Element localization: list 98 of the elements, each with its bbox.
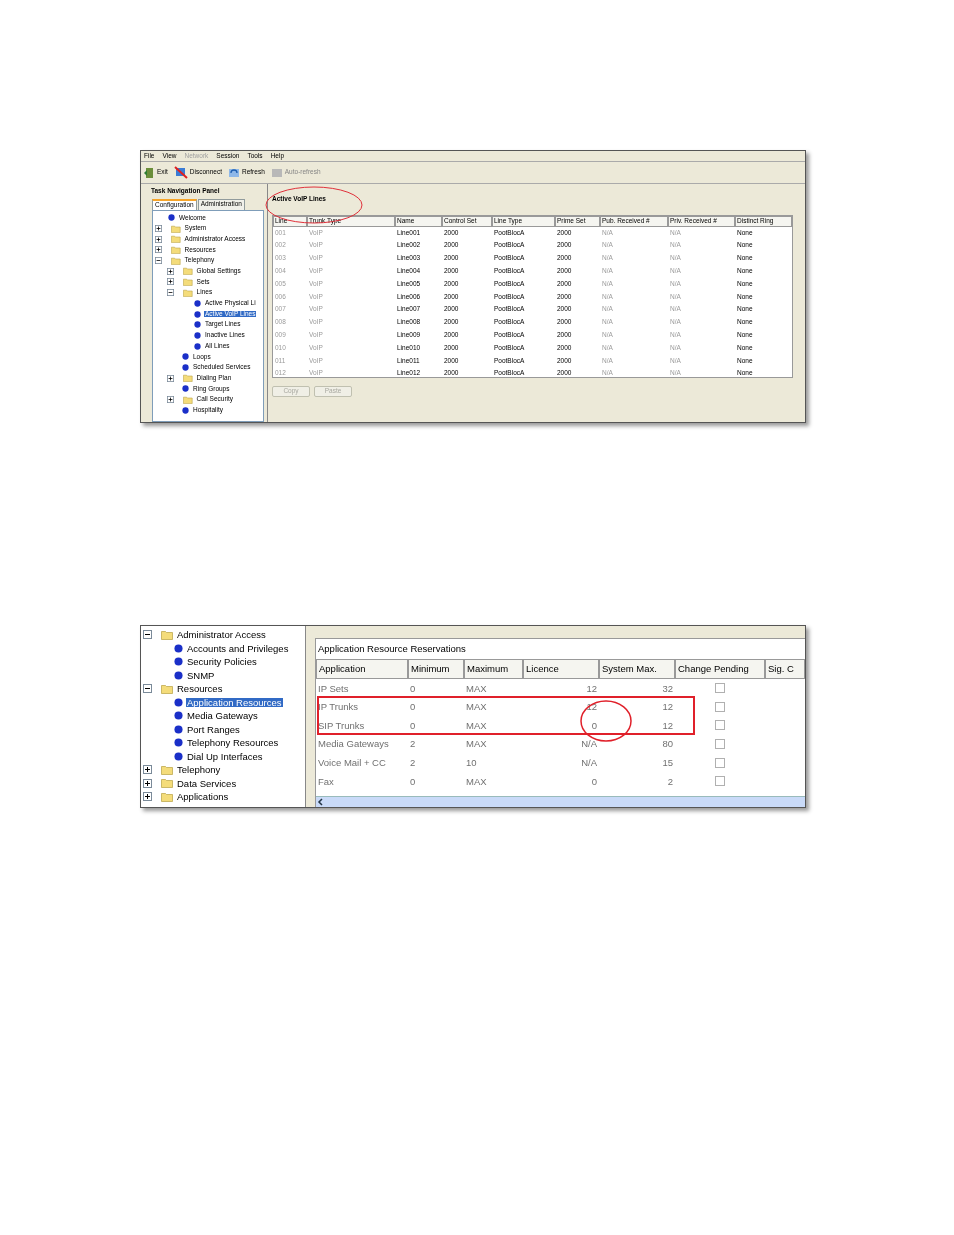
table-cell-text: 2 [409,757,417,768]
checkbox[interactable] [715,701,725,712]
expand-icon[interactable] [143,778,152,788]
column-header[interactable]: Change Pending [675,659,765,679]
tree-item[interactable]: Telephony [176,765,222,775]
tree-item[interactable]: SNMP [186,670,216,680]
tree-item[interactable]: Resources [176,684,224,694]
bullet-icon [194,331,201,339]
bullet-icon [174,751,183,761]
bullet-icon [174,643,183,653]
table-cell-text: Media Gateways [317,739,390,749]
checkbox[interactable] [715,757,725,768]
column-header[interactable]: Maximum [464,659,523,679]
table-cell-text: 10 [465,757,478,768]
folder-icon [161,764,173,775]
bullet-icon [182,363,189,371]
disconnect-icon [173,166,188,179]
expand-icon[interactable] [167,278,174,286]
bullet-icon [182,385,189,393]
table-cell-text: SIP Trunks [317,720,366,731]
table-cell-text: 12 [661,720,674,731]
bullet-icon [182,353,189,361]
table-cell-text: 0 [409,776,417,786]
folder-icon [161,629,173,640]
bullet-icon [194,321,201,329]
table-cell-text: N/A [580,757,598,768]
content-title: Application Resource Reservations [317,642,467,657]
bullet-icon [174,711,183,721]
table-cell-text: N/A [580,739,598,749]
table-cell-text: 12 [661,702,674,712]
table-cell-text: 2 [666,776,674,786]
checkbox[interactable] [715,776,725,787]
bullet-icon [174,657,183,667]
expand-icon[interactable] [143,792,152,802]
column-header[interactable]: System Max. [599,659,675,679]
bullet-icon [194,299,201,307]
tree-item[interactable]: Dial Up Interfaces [186,751,264,761]
expand-icon[interactable] [155,246,162,254]
table-cell-text: MAX [465,702,488,712]
tree-item[interactable]: Telephony Resources [186,738,280,748]
expand-icon[interactable] [167,396,174,404]
table-cell-text: IP Sets [317,683,350,694]
horizontal-scrollbar[interactable] [316,796,805,807]
tree-item[interactable]: Application Resources [186,697,283,707]
tree-item[interactable]: Administrator Access [176,630,267,640]
bullet-icon [174,738,183,748]
checkbox[interactable] [715,683,725,694]
folder-icon [161,778,173,789]
folder-icon [161,683,173,694]
folder-icon [161,791,173,802]
table-cell-text: MAX [465,739,488,749]
folder-icon [183,395,193,404]
bullet-icon [194,342,201,350]
tree-item[interactable]: Applications [176,792,230,802]
collapse-icon[interactable] [167,289,174,297]
column-header[interactable]: Licence [523,659,599,679]
bullet-icon [182,406,189,414]
expand-icon[interactable] [155,235,162,243]
tree-item[interactable]: Accounts and Privileges [186,643,290,653]
table-cell-text: 0 [590,776,598,786]
bullet-icon [194,310,201,318]
table-cell-text: Voice Mail + CC [317,757,387,768]
table-cell-text: 32 [661,683,674,694]
tree-item[interactable]: Port Ranges [186,724,241,734]
folder-icon [183,374,193,383]
tree-item[interactable]: Data Services [176,778,238,788]
bullet-icon [168,214,175,222]
table-cell-text: 2 [409,739,417,749]
tree-item[interactable]: Security Policies [186,657,258,667]
column-header[interactable]: Application [316,659,408,679]
table-cell-text: 0 [590,720,598,731]
column-header[interactable]: Minimum [408,659,464,679]
collapse-icon[interactable] [143,684,152,694]
table-cell-text: 0 [409,720,417,731]
expand-icon[interactable] [167,267,174,275]
table-cell-text: MAX [465,776,488,786]
table-cell-text: MAX [465,683,488,694]
checkbox[interactable] [715,720,725,731]
collapse-icon[interactable] [155,257,162,265]
tree-item[interactable]: Media Gateways [186,711,259,721]
table-cell-text: 0 [409,702,417,712]
door-icon [143,166,155,179]
table-cell-text: 80 [661,739,674,749]
bullet-icon [174,670,183,680]
table-cell-text: 15 [661,757,674,768]
table-cell-text: Fax [317,776,335,786]
table-cell-text: MAX [465,720,488,731]
checkbox[interactable] [715,739,725,750]
expand-icon[interactable] [167,374,174,382]
bullet-icon [174,724,183,734]
table-cell-text: IP Trunks [317,702,359,712]
table-cell-text: 12 [585,683,598,694]
bullet-icon [174,697,183,707]
collapse-icon[interactable] [143,630,152,640]
column-header[interactable]: Sig. C [765,659,805,679]
expand-icon[interactable] [143,765,152,775]
table-cell-text: 0 [409,683,417,694]
expand-icon[interactable] [155,225,162,233]
